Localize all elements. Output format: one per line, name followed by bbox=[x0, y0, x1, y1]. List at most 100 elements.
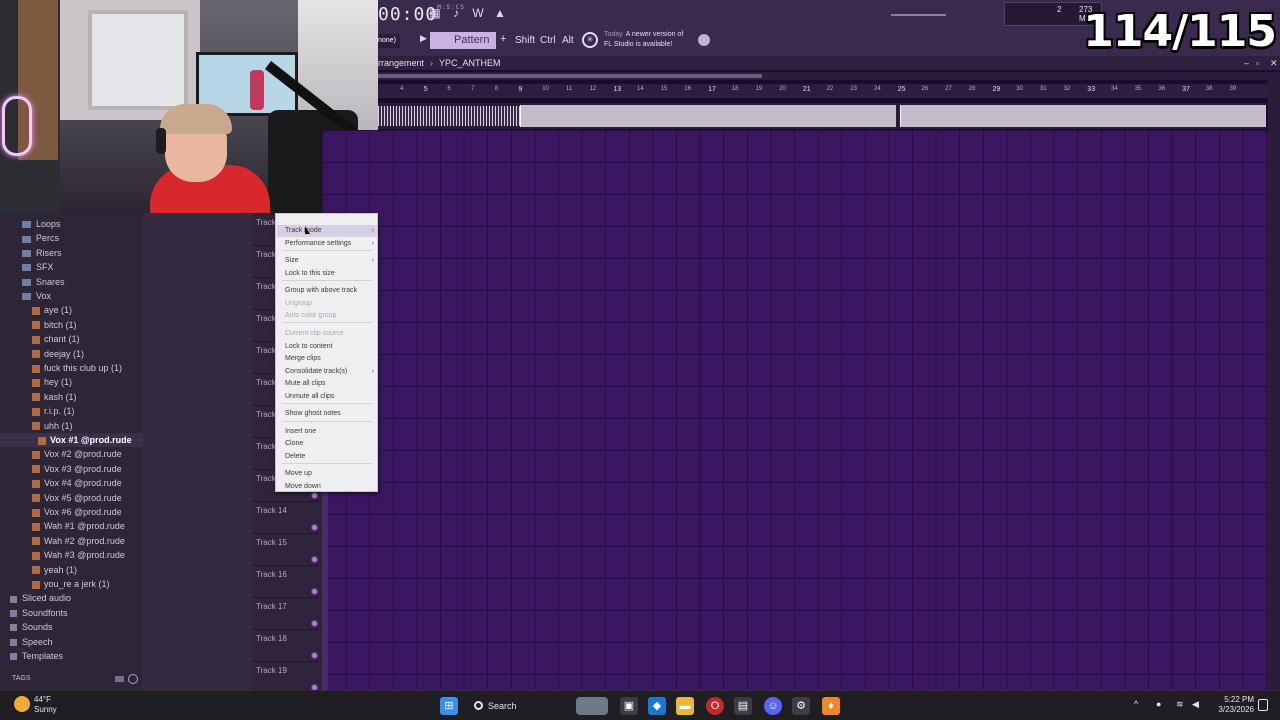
browser-file[interactable]: uhh (1) bbox=[0, 419, 142, 433]
browser-folder[interactable]: Risers bbox=[0, 246, 142, 260]
menu-item[interactable]: Insert one bbox=[285, 426, 377, 438]
browser-file[interactable]: Vox #2 @prod.rude bbox=[0, 447, 142, 461]
news-gear-icon[interactable]: ✳ bbox=[582, 32, 598, 48]
master-pitch-slider[interactable] bbox=[891, 14, 946, 16]
audio-clip[interactable] bbox=[520, 105, 896, 127]
taskbar-search[interactable]: Search bbox=[466, 695, 608, 717]
menu-item[interactable]: Lock to content bbox=[285, 341, 377, 353]
browser-file[interactable]: you_re a jerk (1) bbox=[0, 577, 142, 591]
track-enable-icon[interactable] bbox=[311, 652, 318, 659]
track-header[interactable]: Track 17 bbox=[252, 598, 322, 630]
browser-folder[interactable]: Loops bbox=[0, 217, 142, 231]
ctrl-key[interactable]: Ctrl bbox=[540, 33, 556, 49]
browser-folder[interactable]: Templates bbox=[0, 649, 142, 663]
track-enable-icon[interactable] bbox=[311, 492, 318, 499]
wifi-icon[interactable]: ≋ bbox=[1176, 699, 1184, 710]
task-view-icon[interactable]: ▣ bbox=[620, 697, 638, 715]
menu-item[interactable]: Merge clips bbox=[285, 353, 377, 365]
arrangement-grid[interactable] bbox=[322, 130, 1268, 690]
track-enable-icon[interactable] bbox=[311, 556, 318, 563]
browser-file[interactable]: Wah #3 @prod.rude bbox=[0, 548, 142, 562]
copilot-icon[interactable]: ◆ bbox=[648, 697, 666, 715]
timeline-ruler[interactable]: 4 5 6 7 8 9 10 11 12 13 14 15 16 17 18 19 20 21 22 23 24 25 26… bbox=[378, 84, 1268, 98]
menu-item[interactable]: Performance settings › bbox=[285, 238, 377, 250]
browser-file[interactable]: Wah #2 @prod.rude bbox=[0, 534, 142, 548]
shift-key[interactable]: Shift bbox=[515, 33, 535, 49]
browser-folder[interactable]: Vox bbox=[0, 289, 142, 303]
fl-studio-icon[interactable]: ♦ bbox=[822, 697, 840, 715]
menu-item[interactable]: Unmute all clips bbox=[285, 391, 377, 403]
discord-icon[interactable]: ☺ bbox=[764, 697, 782, 715]
alt-key[interactable]: Alt bbox=[562, 33, 574, 49]
browser-folder[interactable]: Percs bbox=[0, 231, 142, 245]
settings-icon[interactable]: ⚙ bbox=[792, 697, 810, 715]
metronome-icon[interactable]: ▲ bbox=[491, 5, 509, 21]
chevron-up-icon[interactable]: ^ bbox=[1134, 699, 1138, 709]
browser-file[interactable]: hey (1) bbox=[0, 375, 142, 389]
piano-icon[interactable]: ▦ bbox=[426, 5, 444, 21]
track-header[interactable]: Track 14 bbox=[252, 502, 322, 534]
track-enable-icon[interactable] bbox=[311, 524, 318, 531]
opera-icon[interactable]: O bbox=[706, 697, 724, 715]
browser-file[interactable]: fuck this club up (1) bbox=[0, 361, 142, 375]
browser-file[interactable]: kash (1) bbox=[0, 390, 142, 404]
track-header[interactable]: Track 15 bbox=[252, 534, 322, 566]
track-header[interactable]: Track 18 bbox=[252, 630, 322, 662]
close-icon[interactable]: ✕ bbox=[1270, 56, 1278, 70]
volume-icon[interactable]: ◀ bbox=[1192, 699, 1199, 710]
mic-icon[interactable]: ● bbox=[1156, 699, 1161, 709]
news-panel[interactable]: Today A newer version of FL Studio is ava… bbox=[604, 30, 683, 50]
weather-widget[interactable]: 44°F Sunny bbox=[34, 695, 57, 715]
menu-item[interactable]: Group with above track bbox=[285, 285, 377, 297]
snap-mode[interactable]: none) bbox=[378, 34, 400, 48]
browser-folder[interactable]: Sliced audio bbox=[0, 591, 142, 605]
menu-item[interactable]: Clone bbox=[285, 438, 377, 450]
notification-icon[interactable] bbox=[1258, 699, 1268, 711]
minimize-icon[interactable]: – bbox=[1244, 56, 1249, 70]
globe-icon[interactable] bbox=[698, 34, 710, 46]
folder-icon[interactable] bbox=[115, 676, 124, 682]
search-icon[interactable] bbox=[128, 674, 138, 684]
file-explorer-icon[interactable]: ▬ bbox=[676, 697, 694, 715]
browser-file[interactable]: Vox #6 @prod.rude bbox=[0, 505, 142, 519]
store-icon[interactable]: ▤ bbox=[734, 697, 752, 715]
menu-item[interactable]: Size › bbox=[285, 255, 377, 267]
browser-folder[interactable]: Speech bbox=[0, 635, 142, 649]
browser-file[interactable]: Wah #1 @prod.rude bbox=[0, 519, 142, 533]
wait-icon[interactable]: W bbox=[469, 5, 487, 21]
browser-file[interactable]: deejay (1) bbox=[0, 347, 142, 361]
browser-file[interactable]: r.i.p. (1) bbox=[0, 404, 142, 418]
browser-file[interactable]: chant (1) bbox=[0, 332, 142, 346]
browser-file[interactable]: Vox #1 @prod.rude bbox=[0, 433, 142, 447]
browser-folder[interactable]: Sounds bbox=[0, 620, 142, 634]
pattern-selector[interactable]: Pattern 1 bbox=[430, 32, 496, 63]
start-icon[interactable]: ⊞ bbox=[440, 697, 458, 715]
browser-file[interactable]: aye (1) bbox=[0, 303, 142, 317]
audio-clip[interactable] bbox=[900, 105, 1266, 127]
maximize-icon[interactable]: ▫ bbox=[1256, 56, 1259, 70]
menu-item[interactable]: Move up bbox=[285, 468, 377, 480]
browser-file[interactable]: Vox #3 @prod.rude bbox=[0, 462, 142, 476]
track-enable-icon[interactable] bbox=[311, 588, 318, 595]
menu-item[interactable]: Delete bbox=[285, 451, 377, 463]
browser-file[interactable]: Vox #5 @prod.rude bbox=[0, 491, 142, 505]
play-pattern-icon[interactable]: ▶ bbox=[420, 33, 430, 47]
browser-file[interactable]: bitch (1) bbox=[0, 318, 142, 332]
browser-folder[interactable]: Soundfonts bbox=[0, 606, 142, 620]
weather-icon[interactable] bbox=[14, 696, 30, 712]
menu-item[interactable]: Mute all clips bbox=[285, 378, 377, 390]
menu-item[interactable]: Move down bbox=[285, 481, 377, 493]
track-header[interactable]: Track 16 bbox=[252, 566, 322, 598]
browser-folder[interactable]: SFX bbox=[0, 260, 142, 274]
track-enable-icon[interactable] bbox=[311, 620, 318, 627]
taskbar-clock[interactable]: 5:22 PM 3/23/2026 bbox=[1208, 695, 1254, 715]
menu-item[interactable]: Show ghost notes bbox=[285, 408, 377, 420]
add-pattern-icon[interactable]: + bbox=[500, 33, 506, 45]
menu-item[interactable]: Consolidate track(s) › bbox=[285, 366, 377, 378]
vertical-scrollbar[interactable] bbox=[1268, 80, 1280, 690]
horizontal-scrollbar[interactable] bbox=[378, 72, 1280, 80]
menu-item[interactable]: Track mode › bbox=[277, 225, 377, 237]
browser-folder[interactable]: Snares bbox=[0, 275, 142, 289]
browser-file[interactable]: Vox #4 @prod.rude bbox=[0, 476, 142, 490]
snap-icon[interactable]: ♪ bbox=[447, 5, 465, 21]
